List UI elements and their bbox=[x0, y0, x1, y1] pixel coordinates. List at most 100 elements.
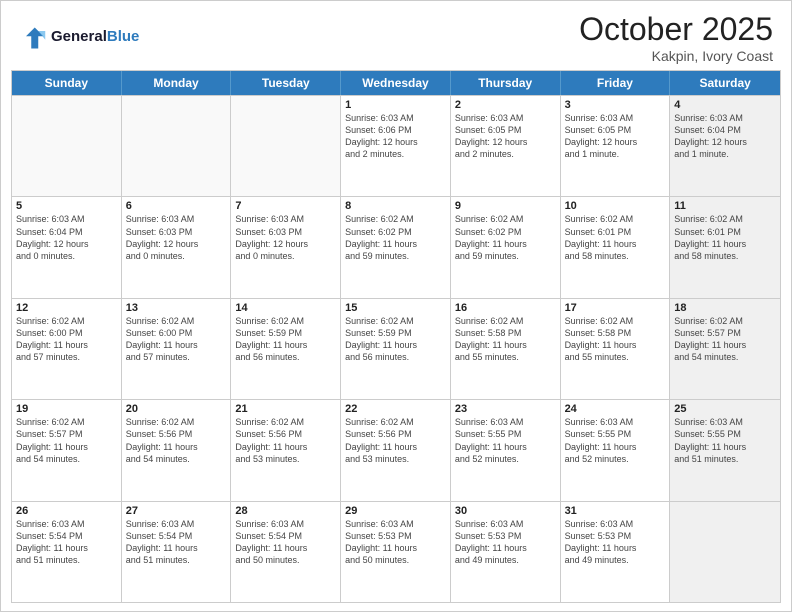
cell-info: Sunrise: 6:03 AM Sunset: 5:54 PM Dayligh… bbox=[126, 518, 227, 567]
calendar-cell bbox=[122, 96, 232, 196]
cell-info: Sunrise: 6:02 AM Sunset: 6:01 PM Dayligh… bbox=[565, 213, 666, 262]
calendar-cell bbox=[231, 96, 341, 196]
day-number: 7 bbox=[235, 200, 336, 212]
day-number: 13 bbox=[126, 302, 227, 314]
calendar-cell: 27Sunrise: 6:03 AM Sunset: 5:54 PM Dayli… bbox=[122, 502, 232, 602]
weekday-header: Sunday bbox=[12, 71, 122, 95]
weekday-header: Monday bbox=[122, 71, 232, 95]
day-number: 30 bbox=[455, 505, 556, 517]
day-number: 6 bbox=[126, 200, 227, 212]
day-number: 19 bbox=[16, 403, 117, 415]
calendar-cell: 12Sunrise: 6:02 AM Sunset: 6:00 PM Dayli… bbox=[12, 299, 122, 399]
cell-info: Sunrise: 6:02 AM Sunset: 6:02 PM Dayligh… bbox=[455, 213, 556, 262]
cell-info: Sunrise: 6:02 AM Sunset: 5:58 PM Dayligh… bbox=[455, 315, 556, 364]
weekday-header: Saturday bbox=[670, 71, 780, 95]
calendar-cell: 11Sunrise: 6:02 AM Sunset: 6:01 PM Dayli… bbox=[670, 197, 780, 297]
day-number: 22 bbox=[345, 403, 446, 415]
day-number: 12 bbox=[16, 302, 117, 314]
calendar-cell: 19Sunrise: 6:02 AM Sunset: 5:57 PM Dayli… bbox=[12, 400, 122, 500]
cell-info: Sunrise: 6:03 AM Sunset: 5:54 PM Dayligh… bbox=[235, 518, 336, 567]
cell-info: Sunrise: 6:03 AM Sunset: 5:54 PM Dayligh… bbox=[16, 518, 117, 567]
calendar-cell: 26Sunrise: 6:03 AM Sunset: 5:54 PM Dayli… bbox=[12, 502, 122, 602]
calendar-cell: 17Sunrise: 6:02 AM Sunset: 5:58 PM Dayli… bbox=[561, 299, 671, 399]
cell-info: Sunrise: 6:02 AM Sunset: 5:59 PM Dayligh… bbox=[235, 315, 336, 364]
calendar-cell: 30Sunrise: 6:03 AM Sunset: 5:53 PM Dayli… bbox=[451, 502, 561, 602]
cell-info: Sunrise: 6:03 AM Sunset: 6:05 PM Dayligh… bbox=[455, 112, 556, 161]
logo: GeneralBlue bbox=[19, 24, 139, 52]
cell-info: Sunrise: 6:03 AM Sunset: 5:53 PM Dayligh… bbox=[345, 518, 446, 567]
day-number: 18 bbox=[674, 302, 776, 314]
calendar-cell: 8Sunrise: 6:02 AM Sunset: 6:02 PM Daylig… bbox=[341, 197, 451, 297]
calendar-header: SundayMondayTuesdayWednesdayThursdayFrid… bbox=[12, 71, 780, 95]
calendar-cell: 7Sunrise: 6:03 AM Sunset: 6:03 PM Daylig… bbox=[231, 197, 341, 297]
day-number: 4 bbox=[674, 99, 776, 111]
cell-info: Sunrise: 6:03 AM Sunset: 5:53 PM Dayligh… bbox=[565, 518, 666, 567]
calendar-cell: 1Sunrise: 6:03 AM Sunset: 6:06 PM Daylig… bbox=[341, 96, 451, 196]
calendar-row: 5Sunrise: 6:03 AM Sunset: 6:04 PM Daylig… bbox=[12, 196, 780, 297]
weekday-header: Wednesday bbox=[341, 71, 451, 95]
calendar-cell: 5Sunrise: 6:03 AM Sunset: 6:04 PM Daylig… bbox=[12, 197, 122, 297]
cell-info: Sunrise: 6:02 AM Sunset: 6:01 PM Dayligh… bbox=[674, 213, 776, 262]
day-number: 23 bbox=[455, 403, 556, 415]
location: Kakpin, Ivory Coast bbox=[579, 48, 773, 64]
calendar-cell: 3Sunrise: 6:03 AM Sunset: 6:05 PM Daylig… bbox=[561, 96, 671, 196]
day-number: 20 bbox=[126, 403, 227, 415]
calendar-cell: 13Sunrise: 6:02 AM Sunset: 6:00 PM Dayli… bbox=[122, 299, 232, 399]
calendar-cell: 18Sunrise: 6:02 AM Sunset: 5:57 PM Dayli… bbox=[670, 299, 780, 399]
cell-info: Sunrise: 6:03 AM Sunset: 6:03 PM Dayligh… bbox=[235, 213, 336, 262]
calendar-cell: 22Sunrise: 6:02 AM Sunset: 5:56 PM Dayli… bbox=[341, 400, 451, 500]
cell-info: Sunrise: 6:02 AM Sunset: 5:59 PM Dayligh… bbox=[345, 315, 446, 364]
day-number: 29 bbox=[345, 505, 446, 517]
day-number: 11 bbox=[674, 200, 776, 212]
calendar-cell bbox=[670, 502, 780, 602]
calendar-page: GeneralBlue October 2025 Kakpin, Ivory C… bbox=[0, 0, 792, 612]
calendar-cell: 15Sunrise: 6:02 AM Sunset: 5:59 PM Dayli… bbox=[341, 299, 451, 399]
cell-info: Sunrise: 6:03 AM Sunset: 5:53 PM Dayligh… bbox=[455, 518, 556, 567]
weekday-header: Thursday bbox=[451, 71, 561, 95]
title-block: October 2025 Kakpin, Ivory Coast bbox=[579, 11, 773, 64]
day-number: 31 bbox=[565, 505, 666, 517]
day-number: 9 bbox=[455, 200, 556, 212]
calendar-cell: 10Sunrise: 6:02 AM Sunset: 6:01 PM Dayli… bbox=[561, 197, 671, 297]
month-title: October 2025 bbox=[579, 11, 773, 48]
cell-info: Sunrise: 6:03 AM Sunset: 6:03 PM Dayligh… bbox=[126, 213, 227, 262]
cell-info: Sunrise: 6:02 AM Sunset: 5:57 PM Dayligh… bbox=[674, 315, 776, 364]
calendar-cell: 6Sunrise: 6:03 AM Sunset: 6:03 PM Daylig… bbox=[122, 197, 232, 297]
calendar-row: 26Sunrise: 6:03 AM Sunset: 5:54 PM Dayli… bbox=[12, 501, 780, 602]
calendar-cell: 9Sunrise: 6:02 AM Sunset: 6:02 PM Daylig… bbox=[451, 197, 561, 297]
day-number: 17 bbox=[565, 302, 666, 314]
calendar-cell: 14Sunrise: 6:02 AM Sunset: 5:59 PM Dayli… bbox=[231, 299, 341, 399]
day-number: 14 bbox=[235, 302, 336, 314]
cell-info: Sunrise: 6:02 AM Sunset: 5:56 PM Dayligh… bbox=[345, 416, 446, 465]
day-number: 27 bbox=[126, 505, 227, 517]
day-number: 25 bbox=[674, 403, 776, 415]
day-number: 16 bbox=[455, 302, 556, 314]
cell-info: Sunrise: 6:02 AM Sunset: 6:02 PM Dayligh… bbox=[345, 213, 446, 262]
weekday-header: Tuesday bbox=[231, 71, 341, 95]
cell-info: Sunrise: 6:03 AM Sunset: 6:06 PM Dayligh… bbox=[345, 112, 446, 161]
cell-info: Sunrise: 6:03 AM Sunset: 6:04 PM Dayligh… bbox=[16, 213, 117, 262]
cell-info: Sunrise: 6:03 AM Sunset: 5:55 PM Dayligh… bbox=[674, 416, 776, 465]
cell-info: Sunrise: 6:03 AM Sunset: 6:04 PM Dayligh… bbox=[674, 112, 776, 161]
day-number: 8 bbox=[345, 200, 446, 212]
page-header: GeneralBlue October 2025 Kakpin, Ivory C… bbox=[1, 1, 791, 70]
calendar-cell: 24Sunrise: 6:03 AM Sunset: 5:55 PM Dayli… bbox=[561, 400, 671, 500]
calendar-cell: 23Sunrise: 6:03 AM Sunset: 5:55 PM Dayli… bbox=[451, 400, 561, 500]
day-number: 21 bbox=[235, 403, 336, 415]
cell-info: Sunrise: 6:02 AM Sunset: 5:57 PM Dayligh… bbox=[16, 416, 117, 465]
calendar-cell bbox=[12, 96, 122, 196]
day-number: 28 bbox=[235, 505, 336, 517]
cell-info: Sunrise: 6:03 AM Sunset: 6:05 PM Dayligh… bbox=[565, 112, 666, 161]
day-number: 3 bbox=[565, 99, 666, 111]
calendar-cell: 25Sunrise: 6:03 AM Sunset: 5:55 PM Dayli… bbox=[670, 400, 780, 500]
calendar-cell: 20Sunrise: 6:02 AM Sunset: 5:56 PM Dayli… bbox=[122, 400, 232, 500]
logo-text: GeneralBlue bbox=[51, 29, 139, 46]
day-number: 2 bbox=[455, 99, 556, 111]
calendar-body: 1Sunrise: 6:03 AM Sunset: 6:06 PM Daylig… bbox=[12, 95, 780, 602]
day-number: 24 bbox=[565, 403, 666, 415]
cell-info: Sunrise: 6:03 AM Sunset: 5:55 PM Dayligh… bbox=[565, 416, 666, 465]
calendar-cell: 2Sunrise: 6:03 AM Sunset: 6:05 PM Daylig… bbox=[451, 96, 561, 196]
calendar-cell: 21Sunrise: 6:02 AM Sunset: 5:56 PM Dayli… bbox=[231, 400, 341, 500]
cell-info: Sunrise: 6:02 AM Sunset: 5:56 PM Dayligh… bbox=[126, 416, 227, 465]
day-number: 15 bbox=[345, 302, 446, 314]
